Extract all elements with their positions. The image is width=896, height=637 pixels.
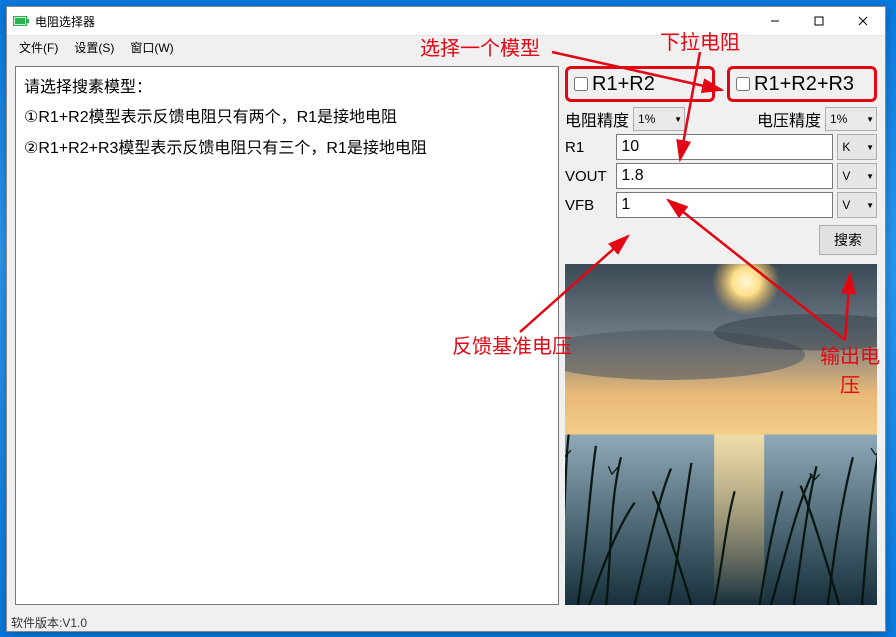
search-button[interactable]: 搜索	[819, 225, 877, 255]
resistor-precision-value: 1%	[638, 112, 655, 126]
vfb-unit-combo[interactable]: V ▼	[837, 192, 877, 218]
model-r1-r2-r3-checkbox[interactable]: R1+R2+R3	[727, 66, 877, 102]
maximize-button[interactable]	[797, 7, 841, 35]
vout-input[interactable]	[616, 163, 833, 189]
status-version: 软件版本:V1.0	[11, 614, 87, 631]
close-button[interactable]	[841, 7, 885, 35]
window-title: 电阻选择器	[35, 13, 95, 30]
r1-input[interactable]	[616, 134, 833, 160]
chevron-down-icon: ▼	[866, 201, 874, 210]
menu-window[interactable]: 窗口(W)	[122, 37, 181, 58]
chevron-down-icon: ▼	[674, 115, 682, 124]
voltage-precision-value: 1%	[830, 112, 847, 126]
resistor-precision-combo[interactable]: 1% ▼	[633, 107, 685, 131]
model-r1-r2-r3-check[interactable]	[736, 77, 750, 91]
vout-unit-value: V	[842, 169, 850, 183]
resistor-precision-label: 电阻精度	[565, 107, 629, 131]
vout-label: VOUT	[565, 168, 612, 185]
model-r1-r2-check[interactable]	[574, 77, 588, 91]
vout-unit-combo[interactable]: V ▼	[837, 163, 877, 189]
desc-line-3: ②R1+R2+R3模型表示反馈电阻只有三个，R1是接地电阻	[24, 134, 550, 164]
chevron-down-icon: ▼	[866, 115, 874, 124]
status-bar: 软件版本:V1.0	[7, 613, 885, 631]
menu-settings[interactable]: 设置(S)	[66, 37, 122, 58]
battery-icon	[13, 15, 29, 27]
desc-line-2: ①R1+R2模型表示反馈电阻只有两个，R1是接地电阻	[24, 103, 550, 133]
preview-image	[565, 264, 877, 605]
controls-pane: R1+R2 R1+R2+R3 电阻精度 1% ▼	[565, 66, 877, 605]
minimize-button[interactable]	[753, 7, 797, 35]
voltage-precision-label: 电压精度	[757, 107, 821, 131]
menubar: 文件(F) 设置(S) 窗口(W)	[7, 36, 885, 58]
chevron-down-icon: ▼	[866, 143, 874, 152]
app-window: 电阻选择器 文件(F) 设置(S) 窗口(W) 请选择搜素模型： ①R1+R2模…	[6, 6, 886, 632]
vfb-unit-value: V	[842, 198, 850, 212]
titlebar: 电阻选择器	[7, 7, 885, 36]
vfb-input[interactable]	[616, 192, 833, 218]
menu-file[interactable]: 文件(F)	[11, 37, 66, 58]
r1-unit-value: K	[842, 140, 850, 154]
desc-line-1: 请选择搜素模型：	[24, 73, 550, 103]
voltage-precision-combo[interactable]: 1% ▼	[825, 107, 877, 131]
model-r1-r2-checkbox[interactable]: R1+R2	[565, 66, 715, 102]
chevron-down-icon: ▼	[866, 172, 874, 181]
r1-unit-combo[interactable]: K ▼	[837, 134, 877, 160]
model-r1-r2-r3-label: R1+R2+R3	[754, 73, 854, 96]
r1-label: R1	[565, 139, 612, 156]
model-r1-r2-label: R1+R2	[592, 73, 655, 96]
client-area: 请选择搜素模型： ①R1+R2模型表示反馈电阻只有两个，R1是接地电阻 ②R1+…	[7, 58, 885, 613]
vfb-label: VFB	[565, 197, 612, 214]
description-pane: 请选择搜素模型： ①R1+R2模型表示反馈电阻只有两个，R1是接地电阻 ②R1+…	[15, 66, 559, 605]
